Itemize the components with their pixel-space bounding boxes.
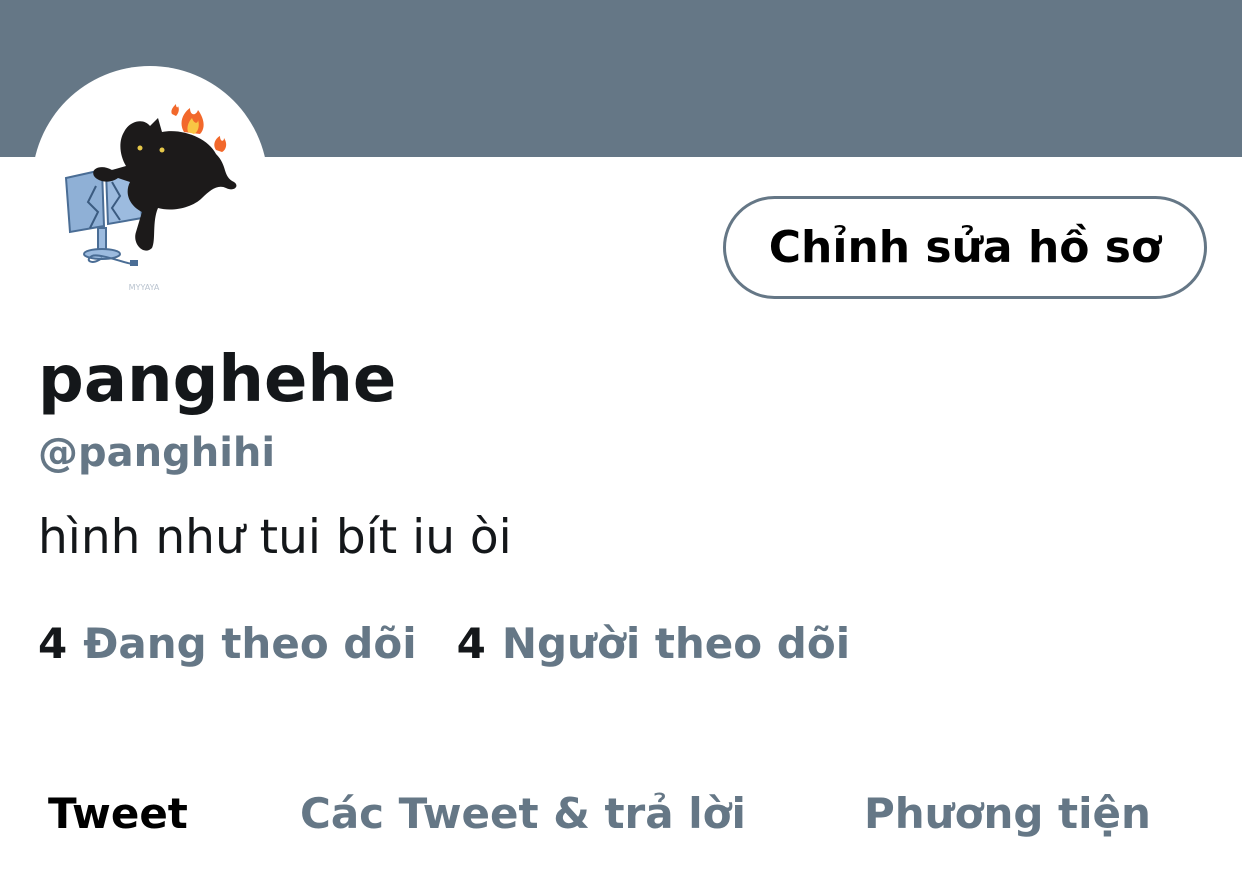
profile-bio: hình như tui bít iu òi xyxy=(38,510,512,565)
following-link[interactable]: 4 Đang theo dõi xyxy=(38,617,417,671)
svg-text:MYYAYA: MYYAYA xyxy=(129,283,160,292)
following-label: Đang theo dõi xyxy=(83,619,417,668)
profile-page: MYYAYA Chỉnh sửa hồ sơ panghehe @panghih… xyxy=(0,0,1242,879)
avatar[interactable]: MYYAYA xyxy=(32,66,268,302)
followers-count: 4 xyxy=(456,619,486,668)
tab-media[interactable]: Phương tiện xyxy=(864,784,1151,844)
black-cat-kicking-monitor-icon: MYYAYA xyxy=(64,104,237,292)
tab-tweets[interactable]: Tweet xyxy=(48,784,188,844)
followers-link[interactable]: 4 Người theo dõi xyxy=(457,617,850,671)
followers-label: Người theo dõi xyxy=(501,619,851,668)
profile-tabs: Tweet Các Tweet & trả lời Phương tiện xyxy=(0,784,1242,854)
username-handle: @panghihi xyxy=(38,430,276,476)
following-count: 4 xyxy=(38,619,68,668)
display-name: panghehe xyxy=(38,343,397,417)
tab-tweets-and-replies[interactable]: Các Tweet & trả lời xyxy=(300,784,746,844)
edit-profile-button[interactable]: Chỉnh sửa hồ sơ xyxy=(723,196,1207,299)
follow-stats: 4 Đang theo dõi 4 Người theo dõi xyxy=(38,617,850,671)
